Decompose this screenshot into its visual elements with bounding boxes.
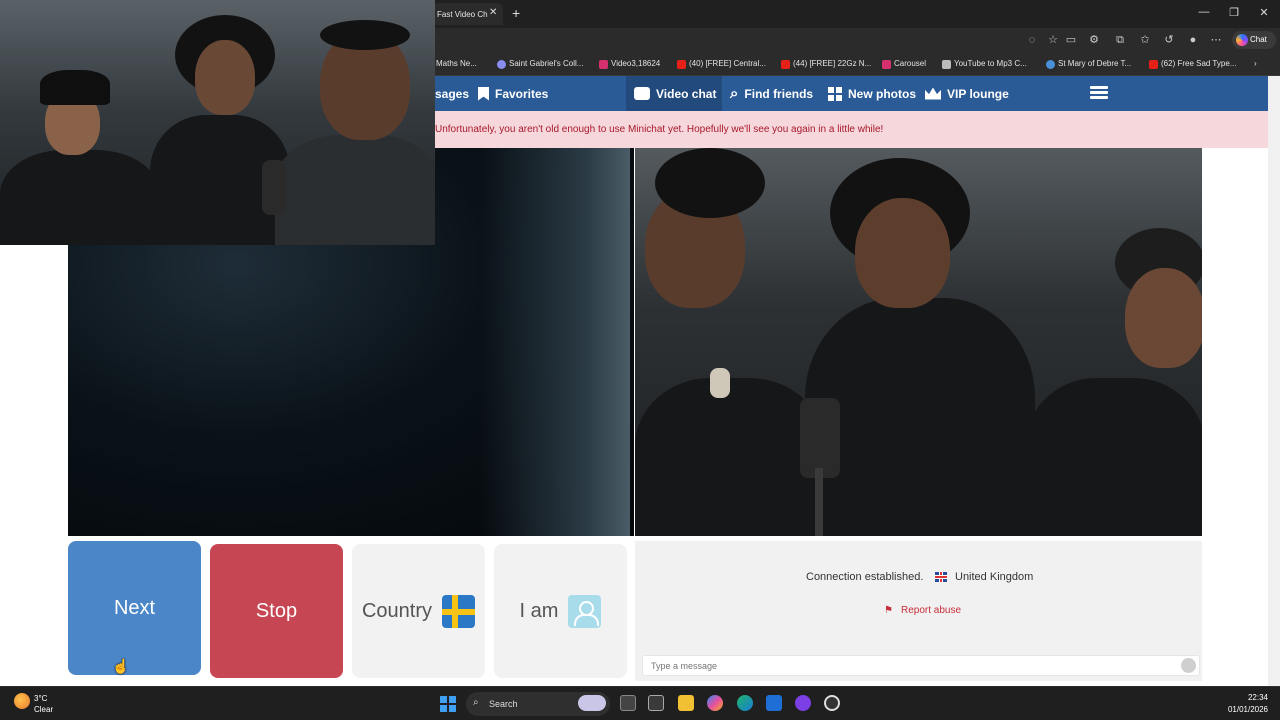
store-icon[interactable] <box>766 695 782 711</box>
chrome-icon[interactable] <box>824 695 840 711</box>
youtube-icon <box>1149 59 1158 69</box>
instagram-icon <box>599 59 608 69</box>
age-alert-text: Unfortunately, you aren't old enough to … <box>435 124 884 135</box>
app-icon[interactable] <box>795 695 811 711</box>
user-icon <box>568 594 602 628</box>
weather-icon[interactable] <box>14 693 30 709</box>
uk-flag-icon <box>935 572 947 582</box>
profile-icon[interactable]: ● <box>1186 33 1200 47</box>
bookmark-favicon-icon <box>942 59 951 69</box>
sweden-flag-icon <box>442 594 476 628</box>
nav-video-chat[interactable]: Video chat <box>634 76 716 111</box>
report-flag-icon[interactable]: ⚑ <box>884 605 893 616</box>
nav-new-photos[interactable]: New photos <box>828 76 916 111</box>
search-icon: ⌕ <box>473 697 479 708</box>
own-video-light <box>480 148 630 536</box>
bookmark-item[interactable]: St Mary of Debre T... <box>1046 58 1131 70</box>
favorites-icon[interactable]: ✩ <box>1138 33 1152 47</box>
more-icon[interactable]: ⋯ <box>1209 33 1223 47</box>
grid-icon <box>828 86 842 101</box>
menu-icon[interactable] <box>1090 86 1108 100</box>
task-view-icon[interactable] <box>620 695 636 711</box>
stream-overlay-camera <box>0 0 435 245</box>
report-abuse-link[interactable]: Report abuse <box>901 605 961 616</box>
widgets-icon[interactable] <box>648 695 664 711</box>
nav-favorites[interactable]: Favorites <box>478 76 548 111</box>
tab-title: Fast Video Ch <box>437 10 488 19</box>
bookmark-icon <box>478 86 489 101</box>
favorite-star-icon[interactable]: ☆ <box>1046 33 1060 47</box>
minimize-icon[interactable]: — <box>1194 6 1214 18</box>
bookmark-item[interactable]: (62) Free Sad Type... <box>1149 58 1236 70</box>
youtube-icon <box>677 59 686 69</box>
clock-date[interactable]: 01/01/2026 <box>1224 705 1268 714</box>
stop-button[interactable]: Stop <box>210 544 343 678</box>
partner-country: United Kingdom <box>955 571 1034 583</box>
connection-status: Connection established. <box>806 571 924 583</box>
instagram-icon <box>882 59 891 69</box>
crown-icon <box>925 87 941 100</box>
youtube-icon <box>781 59 790 69</box>
bookmark-item[interactable]: (40) [FREE] Central... <box>677 58 766 70</box>
edge-icon[interactable] <box>737 695 753 711</box>
reader-icon[interactable]: ◌ <box>1025 33 1039 47</box>
new-tab-icon[interactable]: + <box>512 6 520 20</box>
tab-close-icon[interactable]: ✕ <box>489 8 497 18</box>
bookmark-item[interactable]: Maths Ne... <box>436 58 477 70</box>
nav-messages[interactable]: sages <box>435 76 469 111</box>
search-highlight-icon[interactable] <box>578 695 606 711</box>
copilot-app-icon[interactable] <box>707 695 723 711</box>
bookmark-item[interactable]: YouTube to Mp3 C... <box>942 58 1027 70</box>
bookmark-item[interactable]: (44) [FREE] 22Gz N... <box>781 58 871 70</box>
search-icon: ⌕ <box>730 85 739 102</box>
country-selector[interactable]: Country <box>352 544 485 678</box>
weather-temperature[interactable]: 3°C <box>34 694 47 703</box>
file-explorer-icon[interactable] <box>678 695 694 711</box>
bookmarks-overflow-icon[interactable]: › <box>1254 58 1257 70</box>
message-input[interactable] <box>642 655 1200 676</box>
copilot-icon <box>1236 34 1248 46</box>
history-icon[interactable]: ↺ <box>1162 33 1176 47</box>
bookmark-favicon-icon <box>1046 59 1055 69</box>
nav-vip-lounge[interactable]: VIP lounge <box>925 76 1009 111</box>
windows-start-icon[interactable] <box>440 696 456 712</box>
bookmark-item[interactable]: Saint Gabriel's Coll... <box>497 58 583 70</box>
taskbar <box>0 686 1280 720</box>
next-button[interactable]: Next <box>68 541 201 675</box>
mouse-pointer-icon: ☝ <box>112 658 130 674</box>
video-chat-icon <box>634 87 650 100</box>
partner-video <box>635 148 1202 536</box>
window-close-icon[interactable]: ✕ <box>1254 6 1274 19</box>
media-icon[interactable]: ▭ <box>1064 33 1078 47</box>
restore-icon[interactable]: ❐ <box>1224 6 1244 19</box>
clock-time[interactable]: 22:34 <box>1240 693 1268 702</box>
nav-find-friends[interactable]: ⌕ Find friends <box>730 76 813 111</box>
weather-description[interactable]: Clear <box>34 705 53 714</box>
gender-selector[interactable]: I am <box>494 544 627 678</box>
bookmark-item[interactable]: Carousel <box>882 58 926 70</box>
bookmark-favicon-icon <box>497 59 506 69</box>
split-screen-icon[interactable]: ⧉ <box>1113 33 1127 47</box>
scrollbar[interactable] <box>1268 76 1280 686</box>
bookmark-item[interactable]: Video3,18624 <box>599 58 660 70</box>
extensions-icon[interactable]: ⚙ <box>1087 33 1101 47</box>
emoji-icon[interactable] <box>1181 658 1196 673</box>
